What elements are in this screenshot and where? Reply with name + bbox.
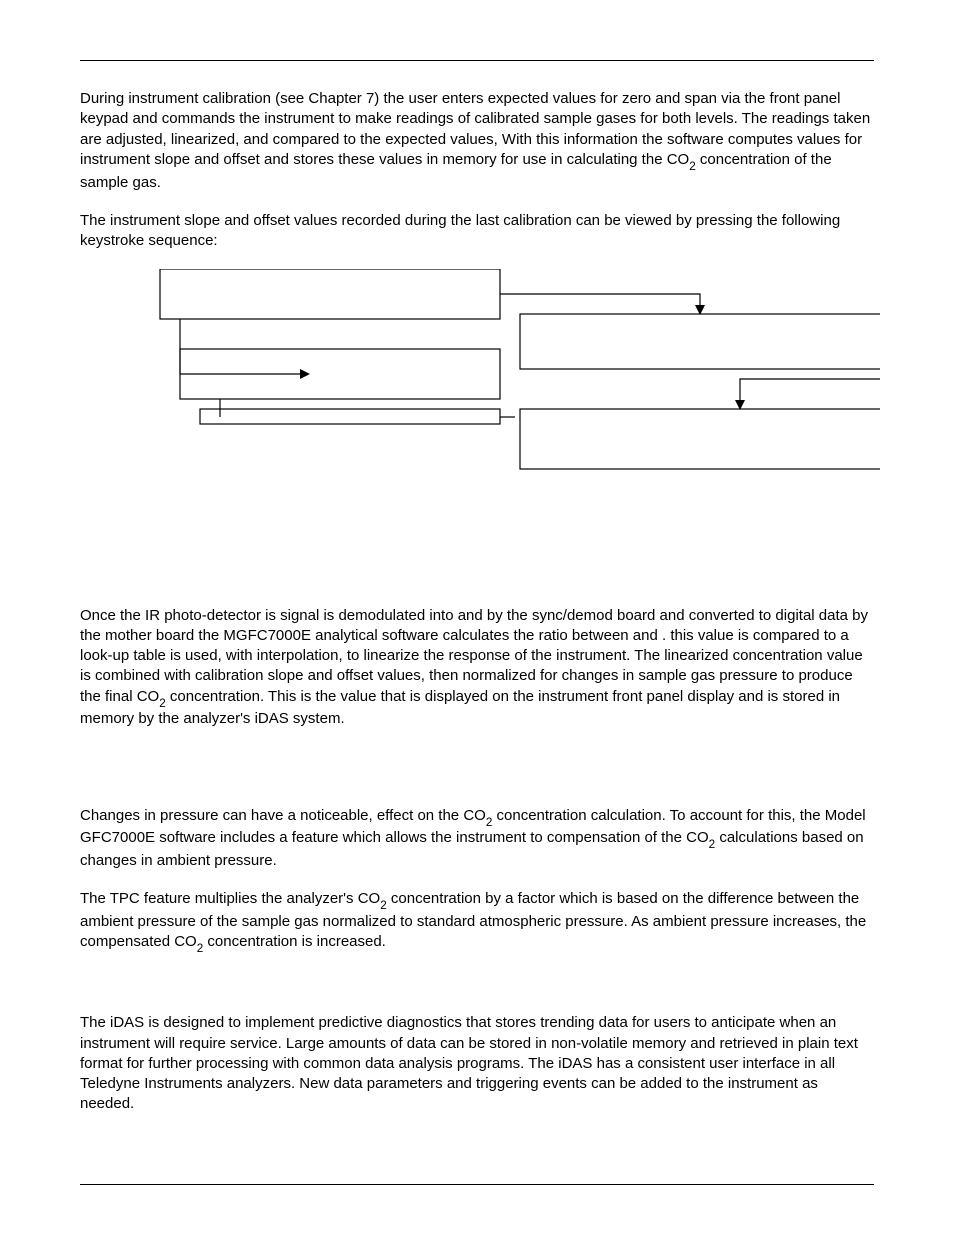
paragraph-tpc: The TPC feature multiplies the analyzer'… [80, 889, 874, 955]
paragraph-keystroke-intro: The instrument slope and offset values r… [80, 211, 874, 252]
subscript-2: 2 [689, 160, 696, 173]
keystroke-diagram [120, 269, 874, 515]
text: The iDAS is designed to implement predic… [80, 1014, 858, 1112]
top-rule [80, 60, 874, 61]
text: Changes in pressure can have a noticeabl… [80, 807, 486, 824]
bottom-rule [80, 1184, 874, 1185]
flow-diagram-svg [120, 269, 880, 509]
paragraph-idas: The iDAS is designed to implement predic… [80, 1013, 874, 1114]
text: concentration is increased. [203, 933, 386, 950]
text: The TPC feature multiplies the analyzer'… [80, 890, 380, 907]
text: concentration. This is the value that is… [80, 688, 840, 728]
subscript-2: 2 [197, 942, 204, 955]
subscript-2: 2 [486, 816, 493, 829]
subscript-2: 2 [380, 899, 387, 912]
paragraph-ir-detector: Once the IR photo-detector is signal is … [80, 606, 874, 730]
paragraph-calibration: During instrument calibration (see Chapt… [80, 89, 874, 193]
subscript-2: 2 [709, 838, 716, 851]
paragraph-pressure-effect: Changes in pressure can have a noticeabl… [80, 806, 874, 872]
text: The instrument slope and offset values r… [80, 212, 840, 249]
subscript-2: 2 [159, 697, 166, 710]
